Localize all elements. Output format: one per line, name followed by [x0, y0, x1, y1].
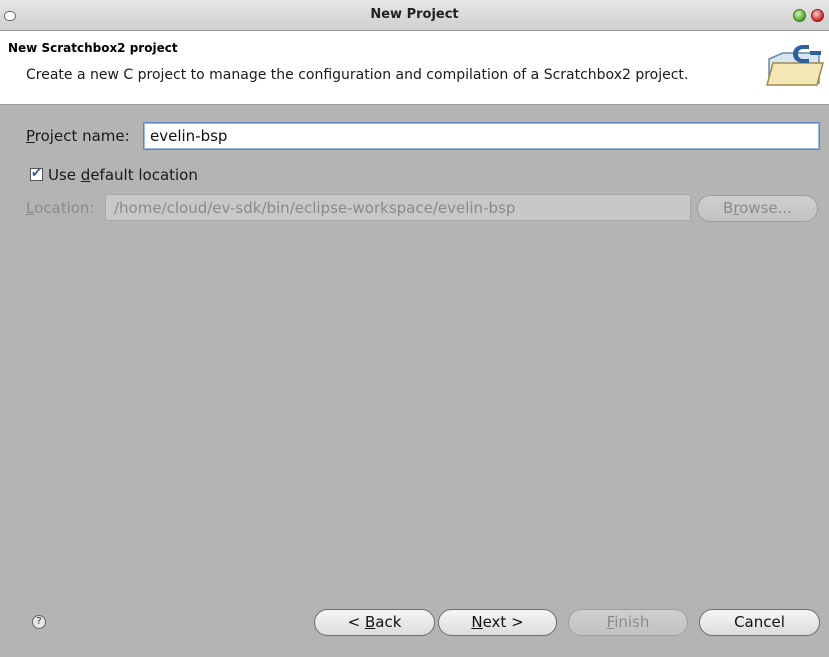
browse-button: Browse... — [697, 195, 818, 222]
next-button[interactable]: Next > — [438, 609, 557, 636]
wizard-header: New Scratchbox2 project Create a new C p… — [0, 31, 829, 105]
project-name-label: Project name: — [26, 127, 130, 145]
back-button[interactable]: < Back — [314, 609, 435, 636]
wizard-title: New Scratchbox2 project — [8, 41, 178, 55]
checkmark-icon: ✔ — [31, 166, 42, 181]
title-bar: New Project — [0, 0, 829, 31]
location-label: Location: — [26, 199, 95, 217]
cancel-button[interactable]: Cancel — [699, 609, 820, 636]
project-name-field[interactable] — [143, 122, 820, 150]
use-default-location-checkbox[interactable]: ✔ — [30, 166, 43, 181]
location-field — [105, 194, 691, 221]
help-icon[interactable]: ? — [32, 615, 46, 629]
wizard-description: Create a new C project to manage the con… — [26, 67, 689, 83]
close-button[interactable] — [811, 9, 824, 22]
use-default-location-label[interactable]: Use default location — [48, 166, 198, 184]
window-title: New Project — [370, 7, 459, 22]
finish-button: Finish — [568, 609, 688, 636]
minimize-button[interactable] — [793, 9, 806, 22]
c-project-folder-icon — [766, 45, 824, 86]
